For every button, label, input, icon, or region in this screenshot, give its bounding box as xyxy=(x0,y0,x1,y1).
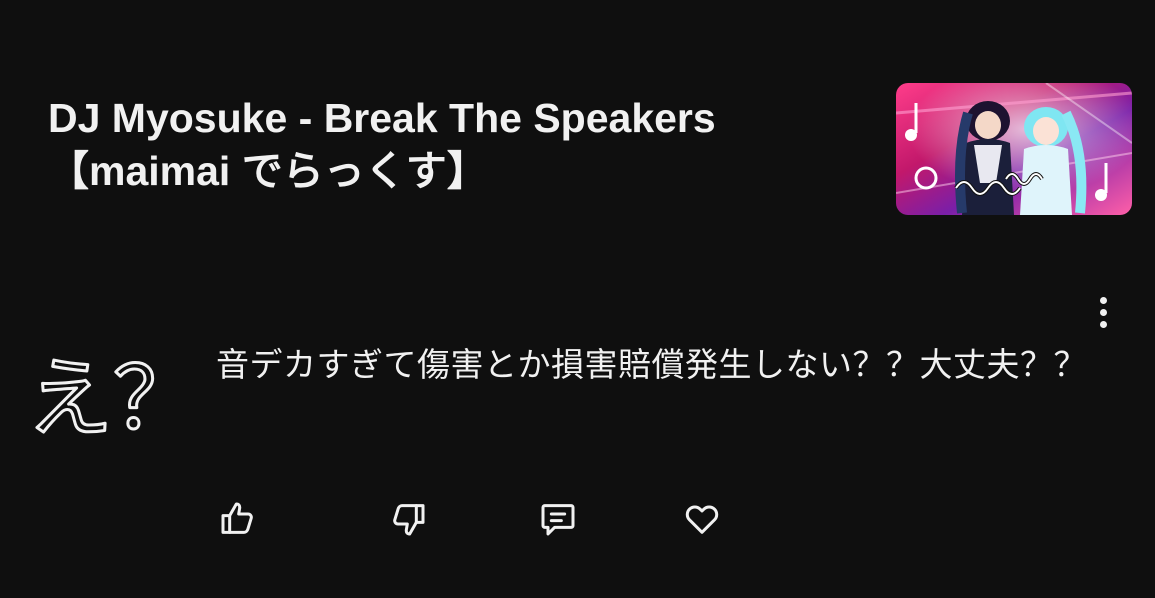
video-thumbnail[interactable] xyxy=(896,83,1132,215)
comment-icon[interactable] xyxy=(534,495,582,543)
thumbs-up-icon[interactable] xyxy=(214,495,262,543)
video-title[interactable]: DJ Myosuke - Break The Speakers【maimai で… xyxy=(48,92,868,198)
heart-icon[interactable] xyxy=(678,495,726,543)
avatar[interactable]: え？ xyxy=(25,342,201,451)
menu-dot xyxy=(1099,308,1107,316)
menu-dot xyxy=(1099,296,1107,304)
svg-text:え？: え？ xyxy=(27,349,195,442)
menu-dot xyxy=(1099,320,1107,328)
thumbs-down-icon[interactable] xyxy=(384,495,432,543)
comment-text: 音デカすぎて傷害とか損害賠償発生しない？？大丈夫？？ xyxy=(216,345,1087,384)
more-vertical-icon[interactable] xyxy=(1088,290,1118,334)
